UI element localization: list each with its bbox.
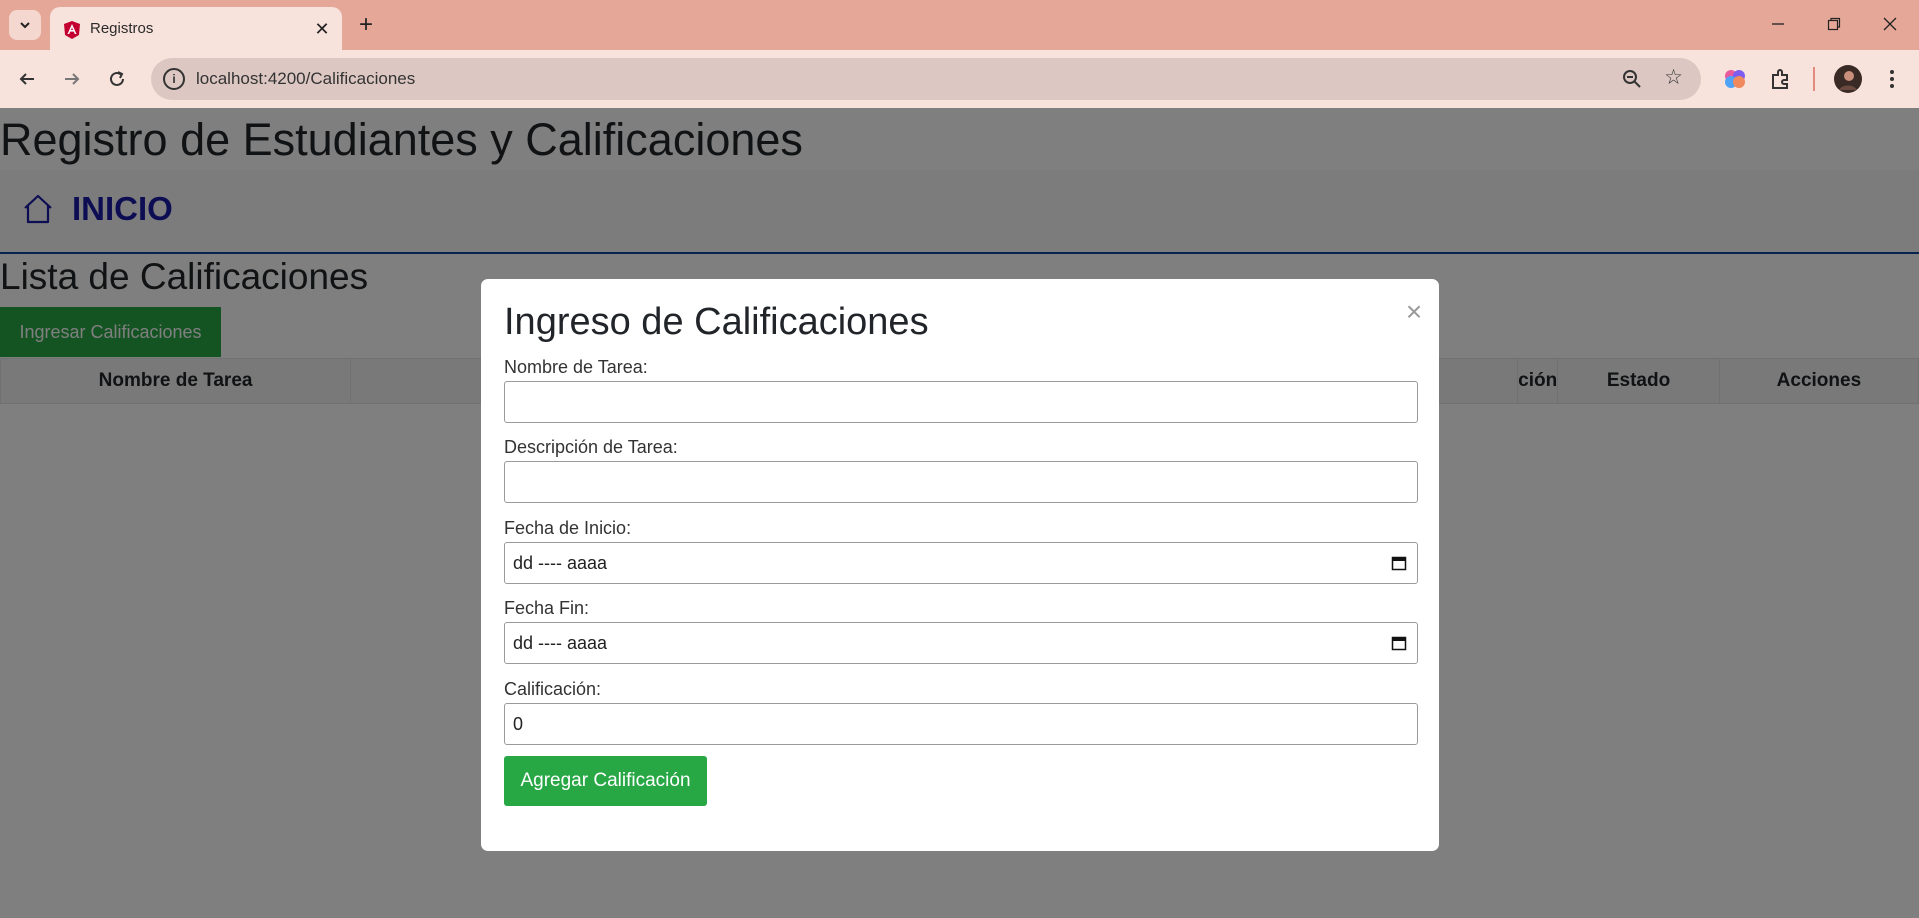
window-close-icon[interactable] (1867, 6, 1913, 42)
back-icon[interactable] (10, 62, 44, 96)
zoom-icon[interactable] (1621, 68, 1643, 90)
start-date-input[interactable]: dd ---- aaaa (504, 542, 1418, 584)
new-tab-button[interactable]: + (351, 10, 381, 40)
forward-icon[interactable] (55, 62, 89, 96)
tab-search-button[interactable] (9, 10, 41, 40)
close-tab-icon[interactable]: ✕ (310, 17, 334, 41)
grade-input[interactable]: 0 (504, 703, 1418, 745)
grade-entry-modal: Ingreso de Calificaciones × Nombre de Ta… (481, 279, 1439, 851)
extension-brain-icon[interactable] (1719, 63, 1751, 95)
bookmark-star-icon[interactable]: ☆ (1664, 65, 1683, 90)
address-bar[interactable]: i localhost:4200/Calificaciones ☆ (151, 58, 1701, 100)
task-description-input[interactable] (504, 461, 1418, 503)
start-date-value: dd ---- aaaa (513, 552, 608, 573)
end-date-value: dd ---- aaaa (513, 632, 608, 653)
url-text[interactable]: localhost:4200/Calificaciones (196, 69, 415, 89)
task-name-input[interactable] (504, 381, 1418, 423)
browser-tab[interactable]: Registros ✕ (50, 7, 342, 50)
close-icon[interactable]: × (1401, 298, 1427, 326)
browser-toolbar: i localhost:4200/Calificaciones ☆ (0, 50, 1919, 108)
reload-icon[interactable] (100, 62, 134, 96)
task-description-label: Descripción de Tarea: (504, 437, 678, 457)
end-date-label: Fecha Fin: (504, 598, 590, 618)
profile-avatar[interactable] (1832, 63, 1864, 95)
browser-menu-icon[interactable] (1876, 63, 1908, 95)
start-date-label: Fecha de Inicio: (504, 518, 632, 538)
toolbar-divider (1813, 67, 1815, 91)
modal-title: Ingreso de Calificaciones (504, 301, 929, 343)
end-date-input[interactable]: dd ---- aaaa (504, 622, 1418, 664)
calendar-icon[interactable] (1391, 555, 1407, 571)
tab-title: Registros (90, 20, 154, 37)
browser-tabstrip: Registros ✕ + (0, 0, 1919, 50)
extensions-puzzle-icon[interactable] (1765, 63, 1797, 95)
angular-icon (64, 21, 80, 39)
site-info-icon[interactable]: i (163, 68, 185, 90)
add-grade-button[interactable]: Agregar Calificación (504, 756, 707, 806)
grade-label: Calificación: (504, 679, 602, 699)
calendar-icon[interactable] (1391, 635, 1407, 651)
restore-icon[interactable] (1811, 6, 1857, 42)
task-name-label: Nombre de Tarea: (504, 357, 648, 377)
chevron-down-icon (20, 22, 30, 29)
minimize-icon[interactable] (1755, 6, 1801, 42)
